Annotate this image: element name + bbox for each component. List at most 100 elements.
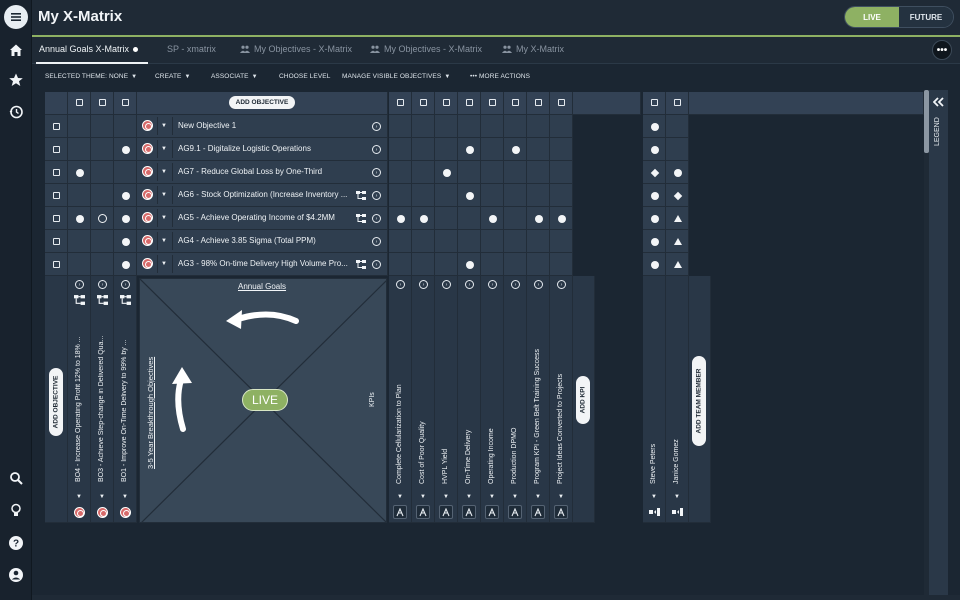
- goal-kpi-cell[interactable]: [504, 230, 527, 253]
- tab-my-objectives-2[interactable]: My Objectives - X-Matrix: [370, 44, 482, 54]
- select-column-checkbox[interactable]: [512, 99, 519, 106]
- expand-caret-icon[interactable]: ▼: [535, 494, 541, 500]
- relationship-mark[interactable]: [91, 207, 114, 230]
- relationship-mark[interactable]: [643, 253, 666, 276]
- select-row-checkbox[interactable]: [53, 192, 60, 199]
- open-details-icon[interactable]: ›: [372, 237, 381, 246]
- goal-kpi-cell[interactable]: [389, 115, 412, 138]
- open-details-icon[interactable]: ›: [372, 145, 381, 154]
- relationship-mark[interactable]: [114, 207, 137, 230]
- tab-sp-xmatrix[interactable]: SP - xmatrix: [167, 44, 216, 54]
- select-column-checkbox[interactable]: [99, 99, 106, 106]
- relationship-mark[interactable]: [114, 184, 137, 207]
- annual-goal-row[interactable]: ▼ AG7 - Reduce Global Loss by One-Third ›: [137, 161, 388, 184]
- relationship-mark[interactable]: [643, 115, 666, 138]
- relationship-mark[interactable]: [666, 253, 689, 276]
- expand-caret-icon[interactable]: ▼: [161, 123, 167, 129]
- goal-kpi-cell[interactable]: [550, 253, 573, 276]
- associate-dropdown[interactable]: ASSOCIATE ▼: [211, 73, 258, 80]
- expand-caret-icon[interactable]: ▼: [99, 494, 105, 500]
- relationship-mark[interactable]: [114, 138, 137, 161]
- relationship-mark[interactable]: [643, 161, 666, 184]
- bo-goal-cell[interactable]: [68, 184, 91, 207]
- goal-kpi-cell[interactable]: [550, 115, 573, 138]
- goal-kpi-cell[interactable]: [412, 161, 435, 184]
- annual-goals-label[interactable]: Annual Goals: [238, 282, 286, 291]
- kpi-trend-icon[interactable]: [485, 505, 499, 519]
- expand-caret-icon[interactable]: ▼: [489, 494, 495, 500]
- select-column-checkbox[interactable]: [535, 99, 542, 106]
- tab-my-xmatrix[interactable]: My X-Matrix: [502, 44, 564, 54]
- bo-goal-cell[interactable]: [91, 184, 114, 207]
- select-column-checkbox[interactable]: [558, 99, 565, 106]
- open-details-icon[interactable]: ›: [75, 280, 84, 289]
- relationship-mark[interactable]: [643, 207, 666, 230]
- goal-kpi-cell[interactable]: [527, 184, 550, 207]
- more-options-icon[interactable]: •••: [932, 40, 952, 60]
- tab-annual-goals[interactable]: Annual Goals X-Matrix: [39, 44, 139, 54]
- open-details-icon[interactable]: ›: [557, 280, 566, 289]
- expand-caret-icon[interactable]: ▼: [161, 192, 167, 198]
- goal-team-cell[interactable]: [666, 115, 689, 138]
- goal-kpi-cell[interactable]: [412, 138, 435, 161]
- home-icon[interactable]: [4, 38, 28, 62]
- hierarchy-icon[interactable]: [356, 214, 366, 223]
- select-column-checkbox[interactable]: [443, 99, 450, 106]
- open-details-icon[interactable]: ›: [488, 280, 497, 289]
- lightbulb-icon[interactable]: [4, 498, 28, 522]
- kpi-trend-icon[interactable]: [393, 505, 407, 519]
- relationship-mark[interactable]: [504, 138, 527, 161]
- select-row-checkbox[interactable]: [53, 123, 60, 130]
- relationship-mark[interactable]: [643, 230, 666, 253]
- expand-caret-icon[interactable]: ▼: [161, 215, 167, 221]
- breakthrough-objectives-label[interactable]: 3-5 Year Breakthrough Objectives: [146, 357, 155, 469]
- kpi-column[interactable]: [504, 276, 527, 523]
- open-details-icon[interactable]: ›: [396, 280, 405, 289]
- relationship-mark[interactable]: [666, 207, 689, 230]
- role-icon[interactable]: [648, 507, 661, 517]
- annual-goal-row[interactable]: ▼ AG3 - 98% On-time Delivery High Volume …: [137, 253, 388, 276]
- kpi-trend-icon[interactable]: [508, 505, 522, 519]
- relationship-mark[interactable]: [527, 207, 550, 230]
- history-icon[interactable]: [4, 100, 28, 124]
- open-details-icon[interactable]: ›: [372, 168, 381, 177]
- tab-my-objectives-1[interactable]: My Objectives - X-Matrix: [240, 44, 352, 54]
- goal-kpi-cell[interactable]: [389, 184, 412, 207]
- kpi-trend-icon[interactable]: [439, 505, 453, 519]
- more-actions-button[interactable]: ••• MORE ACTIONS: [470, 73, 530, 80]
- relationship-mark[interactable]: [550, 207, 573, 230]
- select-column-checkbox[interactable]: [397, 99, 404, 106]
- select-row-checkbox[interactable]: [53, 146, 60, 153]
- bo-goal-cell[interactable]: [114, 115, 137, 138]
- goal-kpi-cell[interactable]: [389, 161, 412, 184]
- relationship-mark[interactable]: [435, 161, 458, 184]
- annual-goal-row[interactable]: ▼ AG6 - Stock Optimization (Increase Inve…: [137, 184, 388, 207]
- annual-goal-row[interactable]: ▼ AG4 - Achieve 3.85 Sigma (Total PPM) ›: [137, 230, 388, 253]
- select-column-checkbox[interactable]: [76, 99, 83, 106]
- annual-goal-row[interactable]: ▼ AG9.1 - Digitalize Logistic Operations ›: [137, 138, 388, 161]
- role-icon[interactable]: [671, 507, 684, 517]
- search-icon[interactable]: [4, 466, 28, 490]
- manage-visible-objectives-dropdown[interactable]: MANAGE VISIBLE OBJECTIVES ▼: [342, 73, 450, 80]
- goal-kpi-cell[interactable]: [527, 230, 550, 253]
- goal-kpi-cell[interactable]: [504, 115, 527, 138]
- add-objective-button[interactable]: ADD OBJECTIVE: [229, 96, 295, 109]
- select-row-checkbox[interactable]: [53, 215, 60, 222]
- annual-goal-row[interactable]: ▼ AG5 - Achieve Operating Income of $4.2M…: [137, 207, 388, 230]
- open-details-icon[interactable]: ›: [372, 122, 381, 131]
- expand-caret-icon[interactable]: ▼: [466, 494, 472, 500]
- bo-goal-cell[interactable]: [114, 161, 137, 184]
- goal-kpi-cell[interactable]: [435, 115, 458, 138]
- kpi-column[interactable]: [412, 276, 435, 523]
- open-details-icon[interactable]: ›: [511, 280, 520, 289]
- expand-caret-icon[interactable]: ▼: [443, 494, 449, 500]
- goal-kpi-cell[interactable]: [458, 161, 481, 184]
- goal-kpi-cell[interactable]: [504, 161, 527, 184]
- bo-goal-cell[interactable]: [91, 115, 114, 138]
- hierarchy-icon[interactable]: [356, 260, 366, 269]
- goal-kpi-cell[interactable]: [504, 184, 527, 207]
- goal-kpi-cell[interactable]: [412, 230, 435, 253]
- team-member-column[interactable]: [643, 276, 666, 523]
- open-details-icon[interactable]: ›: [465, 280, 474, 289]
- kpi-trend-icon[interactable]: [416, 505, 430, 519]
